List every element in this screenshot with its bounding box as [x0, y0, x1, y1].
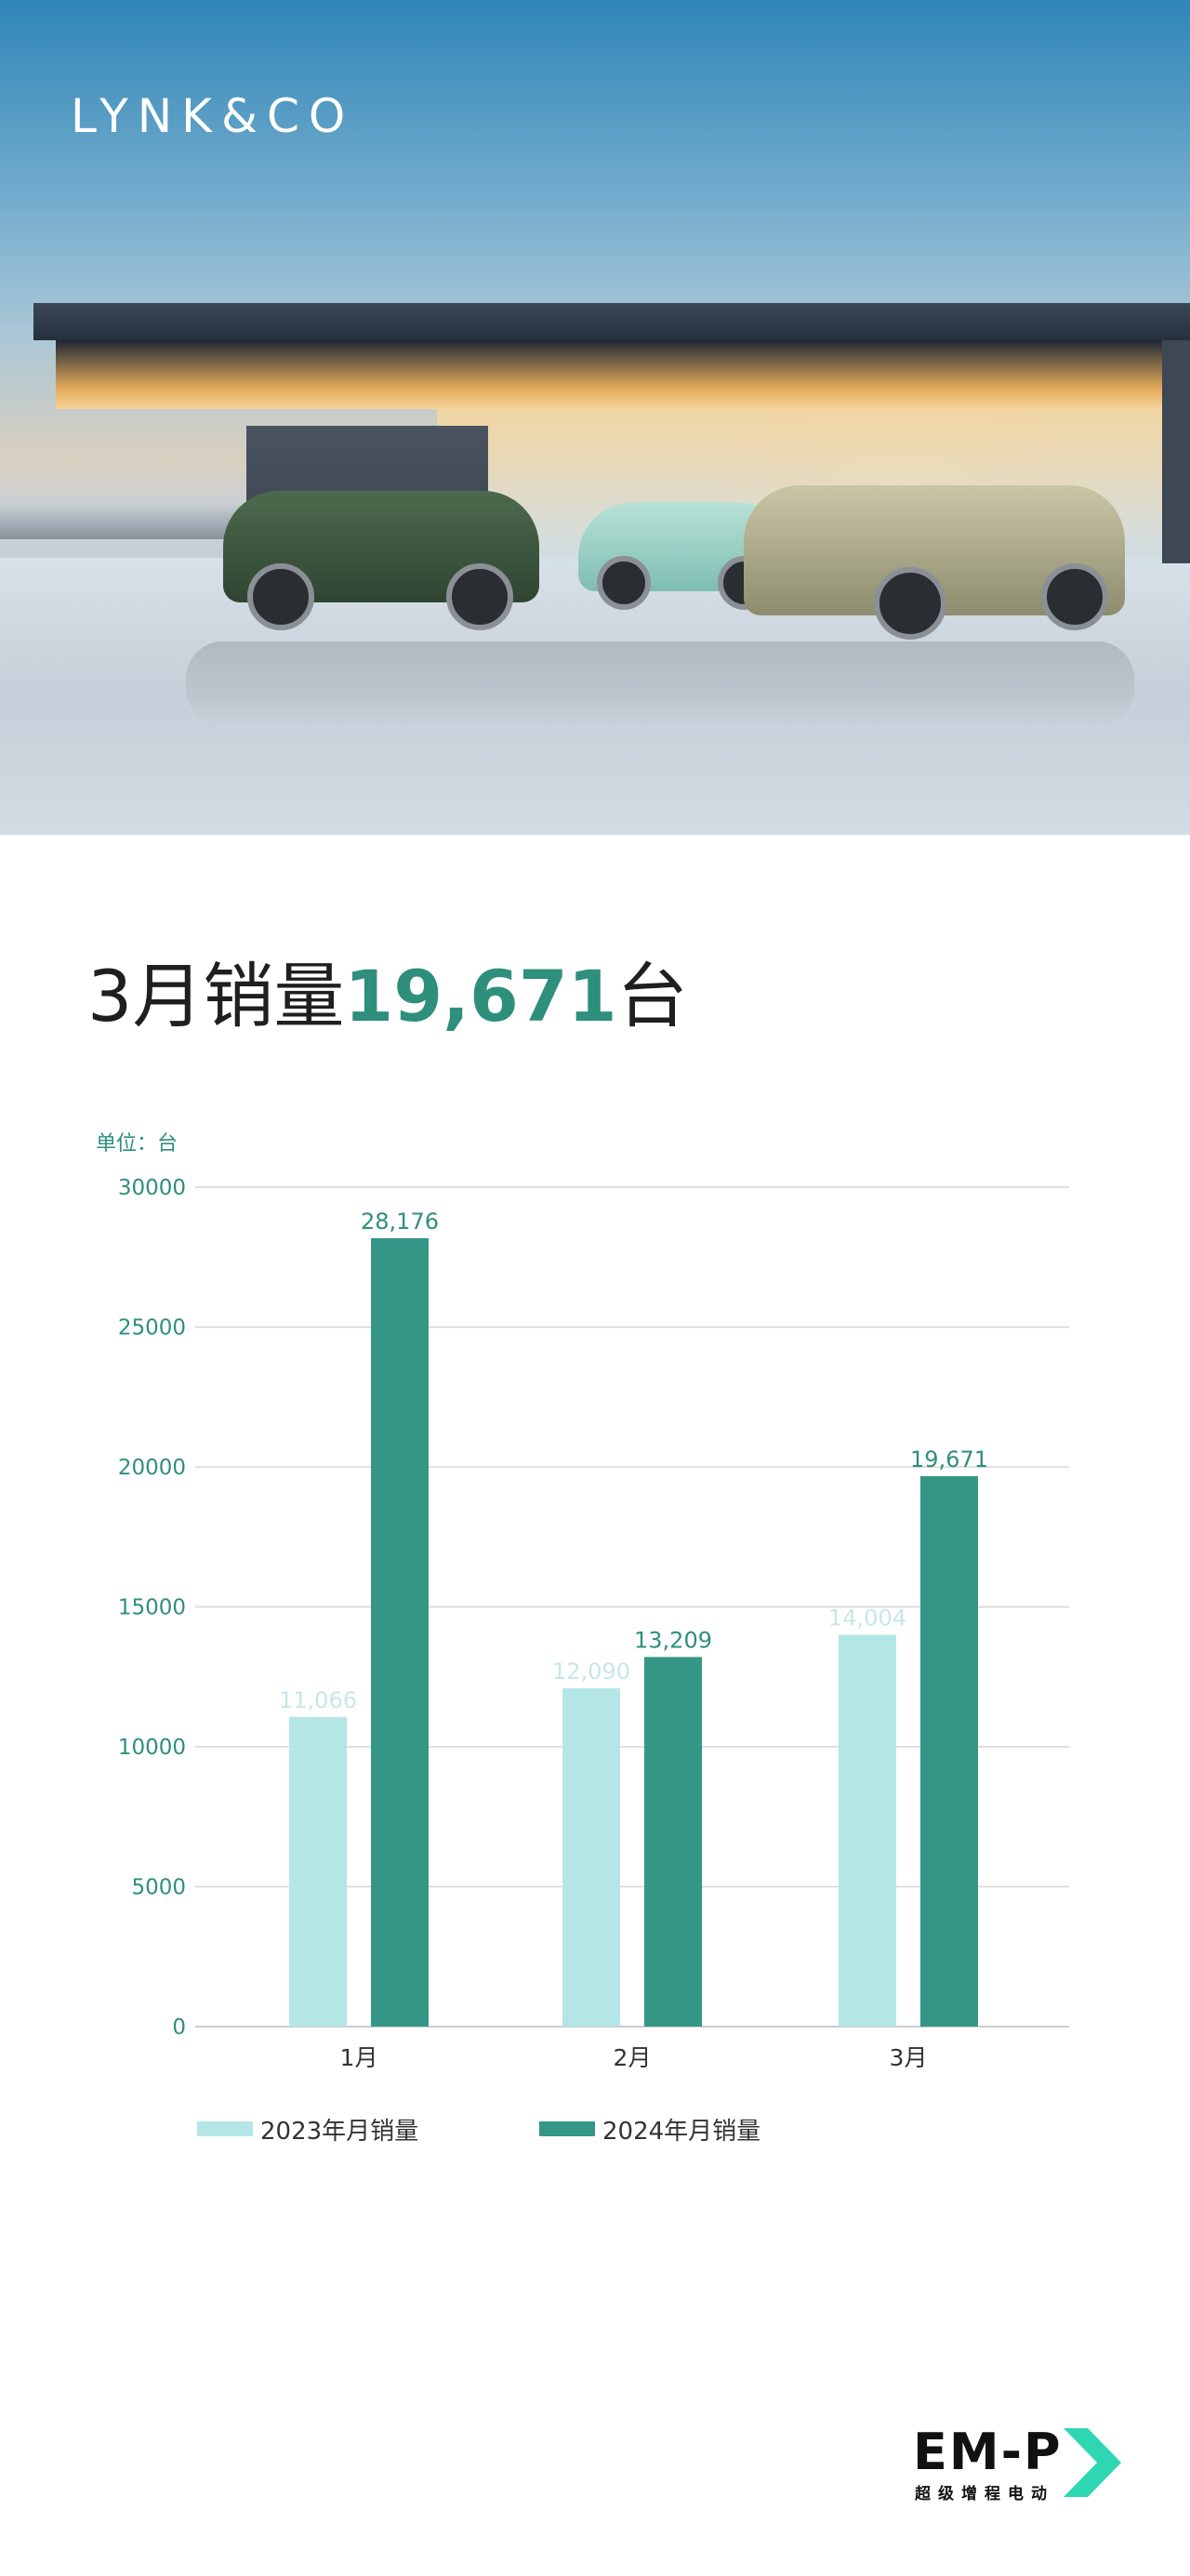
x-tick-label: 1月	[340, 2044, 378, 2071]
y-tick-label: 10000	[118, 1736, 186, 1760]
y-tick-label: 0	[172, 2015, 186, 2040]
y-axis: 0 5000 10000 15000 20000 25000 30000	[118, 1176, 186, 2040]
emp-tagline: 超级增程电动	[915, 2485, 1054, 2503]
legend-label-2023: 2023年月销量	[260, 2117, 419, 2146]
bar-2024-3	[920, 1475, 978, 2027]
y-tick-label: 5000	[131, 1876, 186, 1900]
data-label: 13,209	[634, 1627, 712, 1653]
legend-item-2024: 2024年月销量	[539, 2112, 760, 2146]
data-label: 28,176	[361, 1209, 439, 1235]
x-axis: 1月 2月 3月	[340, 2044, 928, 2071]
data-label: 14,004	[828, 1605, 906, 1631]
data-label: 11,066	[279, 1687, 357, 1713]
legend-item-2023: 2023年月销量	[197, 2112, 418, 2146]
legend-swatch-2024	[539, 2121, 595, 2136]
x-tick-label: 3月	[890, 2044, 928, 2071]
legend-swatch-2023	[197, 2121, 253, 2136]
data-label: 12,090	[552, 1658, 630, 1684]
emp-wordmark: EM-P	[913, 2423, 1063, 2481]
sales-bar-chart: 0 5000 10000 15000 20000 25000 30000 11,066 28,…	[118, 1176, 1069, 2071]
y-tick-label: 20000	[118, 1456, 186, 1480]
bar-2023-3	[839, 1634, 896, 2027]
y-tick-label: 30000	[118, 1176, 186, 1200]
bar-2024-2	[644, 1657, 702, 2027]
bar-2023-1	[289, 1716, 347, 2027]
legend-label-2024: 2024年月销量	[602, 2117, 761, 2146]
bar-2024-1	[371, 1237, 429, 2027]
y-tick-label: 15000	[118, 1596, 186, 1620]
bar-2023-2	[562, 1688, 620, 2027]
y-tick-label: 25000	[118, 1316, 186, 1341]
emp-logo: EM-P 超级增程电动	[913, 2423, 1127, 2506]
chevron-arrow-icon	[1064, 2428, 1121, 2497]
data-label: 19,671	[910, 1447, 988, 1473]
x-tick-label: 2月	[614, 2044, 652, 2071]
